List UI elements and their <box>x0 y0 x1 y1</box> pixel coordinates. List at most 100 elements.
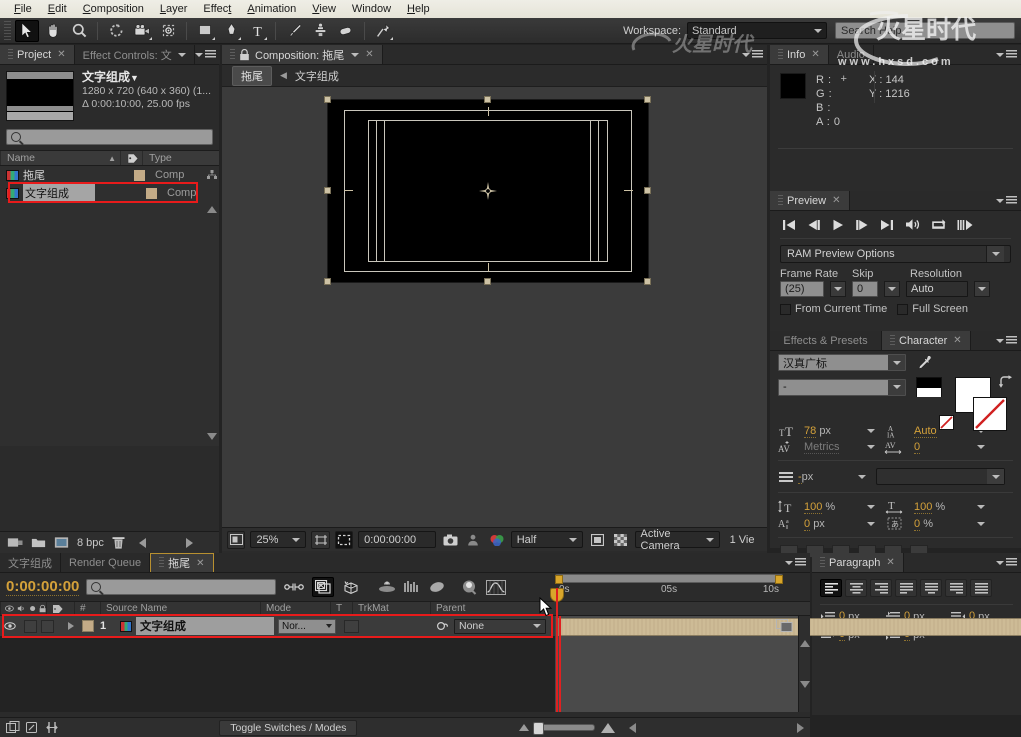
zoom-out-timeline-icon[interactable] <box>518 724 529 731</box>
close-icon[interactable]: ✕ <box>886 557 894 568</box>
project-search-input[interactable] <box>6 129 213 145</box>
parent-pickwhip-icon[interactable] <box>432 616 450 636</box>
baseline-shift-dropdown[interactable] <box>867 521 875 526</box>
hand-tool[interactable] <box>41 20 65 42</box>
align-right-button[interactable] <box>870 579 892 597</box>
tab-paragraph[interactable]: Paragraph ✕ <box>812 553 904 572</box>
show-snapshot-icon[interactable] <box>464 531 482 549</box>
tab-wenzizucheng[interactable]: 文字组成 <box>0 553 61 572</box>
composition-stage[interactable] <box>328 100 648 282</box>
justify-all-button[interactable] <box>970 579 992 597</box>
font-size-dropdown[interactable] <box>867 429 875 433</box>
grid-guides-icon[interactable] <box>311 530 330 549</box>
frame-rate-dropdown[interactable] <box>830 281 846 297</box>
tsume-dropdown[interactable] <box>977 521 985 526</box>
stroke-width-dropdown[interactable] <box>858 474 866 479</box>
full-screen-checkbox[interactable]: Full Screen <box>897 303 968 315</box>
column-header-index[interactable]: # <box>74 602 100 615</box>
shape-tool[interactable] <box>193 20 217 42</box>
close-icon[interactable]: ✕ <box>811 49 819 60</box>
graph-editor-toggle-icon[interactable] <box>461 579 479 595</box>
new-folder-icon[interactable] <box>31 536 46 549</box>
layer-parent-select[interactable]: None <box>450 616 546 636</box>
expand-collapse-icon[interactable] <box>46 721 58 734</box>
composition-viewer[interactable] <box>222 87 767 527</box>
justify-last-center-button[interactable] <box>920 579 942 597</box>
work-area-start-handle[interactable] <box>555 575 563 584</box>
menu-item-layer[interactable]: Layer <box>152 2 196 16</box>
anchor-point-icon[interactable] <box>479 182 497 200</box>
frame-blending-toggle-icon[interactable] <box>6 721 20 734</box>
resolution-select[interactable]: Half <box>510 531 583 548</box>
column-header-label[interactable] <box>120 151 142 165</box>
chevron-down-icon[interactable] <box>177 52 186 57</box>
zoom-select[interactable]: 25% <box>250 531 307 548</box>
label-color-swatch[interactable] <box>134 169 145 181</box>
project-file-list[interactable]: 拖尾 Comp 文字组成 Comp <box>0 166 219 446</box>
zoom-tool[interactable] <box>67 20 91 42</box>
font-style-select[interactable]: - <box>778 378 906 396</box>
skip-input[interactable]: 0 <box>852 281 878 297</box>
column-header-parent[interactable]: Parent <box>430 602 810 615</box>
puppet-pin-tool[interactable] <box>371 20 395 42</box>
new-composition-icon[interactable] <box>341 577 363 597</box>
next-icon[interactable] <box>185 537 193 548</box>
scroll-left-icon[interactable] <box>628 722 636 733</box>
panel-menu-button[interactable] <box>742 50 763 59</box>
layer-solo-toggle[interactable] <box>41 619 54 633</box>
breadcrumb-current[interactable]: 拖尾 <box>232 65 272 86</box>
loop-icon[interactable] <box>931 218 946 231</box>
ram-preview-options-select[interactable]: RAM Preview Options <box>780 245 1011 263</box>
vertical-scale-field[interactable]: 100 % <box>804 500 858 514</box>
work-area-navigator[interactable] <box>555 574 783 584</box>
play-icon[interactable] <box>832 219 844 231</box>
snapshot-icon[interactable] <box>441 531 459 549</box>
panel-menu-button[interactable] <box>194 50 216 59</box>
timeline-track-background[interactable] <box>555 616 1021 712</box>
column-header-type[interactable]: Type <box>142 151 219 165</box>
menu-item-window[interactable]: Window <box>344 2 399 16</box>
breadcrumb-next[interactable]: 文字组成 <box>295 68 339 84</box>
close-icon[interactable]: ✕ <box>365 49 373 60</box>
menu-item-animation[interactable]: Animation <box>239 2 304 16</box>
font-family-select[interactable]: 汉真广标 <box>778 354 906 371</box>
selection-handle-br[interactable] <box>644 278 651 285</box>
eraser-tool[interactable] <box>334 20 358 42</box>
chevron-down-icon[interactable] <box>351 52 360 57</box>
no-fill-swatch[interactable] <box>939 415 954 430</box>
timeline-search-input[interactable] <box>86 579 277 595</box>
layer-preserve-transparency[interactable] <box>340 616 370 636</box>
draft-3d-icon[interactable] <box>312 577 335 597</box>
horizontal-scale-dropdown[interactable] <box>977 504 985 509</box>
tab-preview[interactable]: Preview ✕ <box>770 191 850 210</box>
always-preview-icon[interactable] <box>227 530 246 549</box>
panel-menu-button[interactable] <box>996 196 1017 205</box>
column-header-name[interactable]: Name ▲ <box>0 151 120 165</box>
selection-handle-bc[interactable] <box>484 278 491 285</box>
timeline-current-time[interactable]: 0:00:00:00 <box>6 578 80 596</box>
shy-icon[interactable] <box>428 580 446 594</box>
eyedropper-icon[interactable] <box>916 354 932 371</box>
list-item[interactable]: 拖尾 Comp <box>0 166 219 184</box>
comp-mini-flowchart-icon[interactable] <box>776 617 796 635</box>
work-area-end-handle[interactable] <box>775 575 783 584</box>
motion-blur-icon[interactable] <box>378 580 396 594</box>
rotation-tool[interactable] <box>104 20 128 42</box>
selection-handle-tl[interactable] <box>324 96 331 103</box>
frame-rate-input[interactable]: (25) <box>780 281 824 297</box>
timeline-layer-rows[interactable]: 1 文字组成 Nor... None <box>0 588 1021 712</box>
toggle-switches-modes-button[interactable]: Toggle Switches / Modes <box>219 719 358 736</box>
menu-item-effect[interactable]: Effect <box>195 2 239 16</box>
horizontal-scale-field[interactable]: 100 % <box>914 500 968 514</box>
kerning-dropdown[interactable] <box>867 445 875 449</box>
scroll-up-icon[interactable] <box>800 640 810 647</box>
close-icon[interactable]: ✕ <box>832 195 840 206</box>
clone-stamp-tool[interactable] <box>308 20 332 42</box>
live-update-icon[interactable] <box>283 577 305 597</box>
vertical-scale-dropdown[interactable] <box>867 504 875 509</box>
close-icon[interactable]: ✕ <box>953 335 961 346</box>
timeline-track-area[interactable] <box>555 616 1021 712</box>
align-center-button[interactable] <box>845 579 867 597</box>
layer-visibility-toggle[interactable] <box>0 616 20 636</box>
selection-handle-bl[interactable] <box>324 278 331 285</box>
